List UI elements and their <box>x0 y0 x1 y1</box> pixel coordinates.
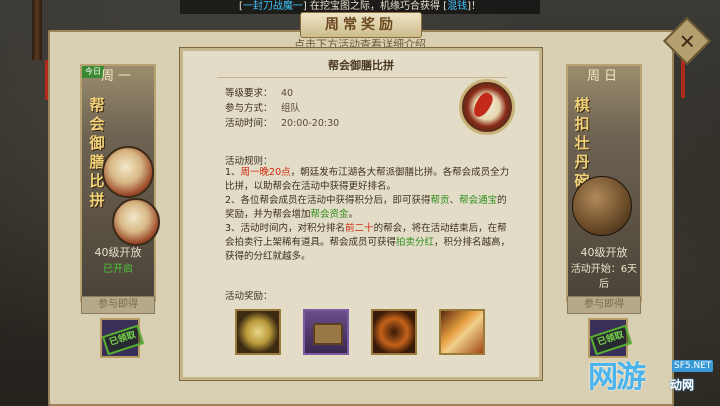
claimed-stamp: 已领取 <box>101 324 145 356</box>
dish-image <box>112 198 160 246</box>
window-title: 周常奖励 <box>300 12 422 38</box>
card-status: 活动开始：6天后 <box>570 264 638 290</box>
site-watermark-logo: 网游 SF5.NET 动网 <box>588 360 714 395</box>
rule-2: 2、各位帮会成员在活动中获得积分后，即可获得帮贡、帮会通宝的奖励，并为帮会增加帮… <box>225 195 507 220</box>
reward-item-jade-icon[interactable] <box>235 309 281 355</box>
card-event-name: 帮会御膳比拼 <box>89 96 105 209</box>
rule-3: 3、活动时间内，对积分排名前二十的帮会，将在活动结束后，在帮会拍卖行上架稀有道具… <box>225 223 511 262</box>
info-level: 等级要求： 40 <box>225 88 294 99</box>
card-day-label: 周日 <box>586 69 621 84</box>
card-status: 已开启 <box>103 264 133 275</box>
dish-image <box>102 146 154 198</box>
rewards-heading: 活动奖励： <box>225 291 273 302</box>
reward-item-chest-icon[interactable] <box>303 309 349 355</box>
event-detail-popup: 帮会御膳比拼 等级要求： 40 参与方式： 组队 活动时间： 20:00-20:30 … <box>180 48 542 380</box>
card-event-name: 棋扣壮丹碗 <box>574 96 590 190</box>
reward-item-scroll-icon[interactable] <box>439 309 485 355</box>
join-reward-button-sunday[interactable]: 参与即得 <box>567 296 641 314</box>
reward-slot-sunday[interactable]: 已领取 <box>588 318 633 358</box>
reward-slot-monday[interactable]: 已领取 <box>100 318 145 358</box>
left-hanging-pole <box>32 0 42 60</box>
card-level-requirement: 40级开放 <box>580 246 628 259</box>
reward-item-orb-icon[interactable] <box>371 309 417 355</box>
rules-heading: 活动规则： <box>225 156 273 167</box>
title-divider <box>217 77 507 78</box>
close-icon: ✕ <box>678 28 696 53</box>
claimed-stamp: 已领取 <box>589 324 633 356</box>
event-icon <box>459 79 515 135</box>
rules-text: 1、周一晚20点，朝廷发布江湖各大帮派御膳比拼。各帮会成员全力比拼，以助帮会在活… <box>225 166 515 264</box>
info-time: 活动时间： 20:00-20:30 <box>225 118 340 129</box>
join-reward-button-monday[interactable]: 参与即得 <box>81 296 155 314</box>
popup-title: 帮会御膳比拼 <box>328 59 394 72</box>
info-mode: 参与方式： 组队 <box>225 103 301 114</box>
right-tassel <box>681 58 685 98</box>
event-card-monday[interactable]: 今日 周一 帮会御膳比拼 40级开放 已开启 <box>80 64 160 302</box>
card-day-label: 周一 <box>100 69 135 84</box>
card-level-requirement: 40级开放 <box>94 246 142 259</box>
event-image-ball <box>572 176 632 236</box>
rule-1: 1、周一晚20点，朝廷发布江湖各大帮派御膳比拼。各帮会成员全力比拼，以助帮会在活… <box>225 167 510 192</box>
